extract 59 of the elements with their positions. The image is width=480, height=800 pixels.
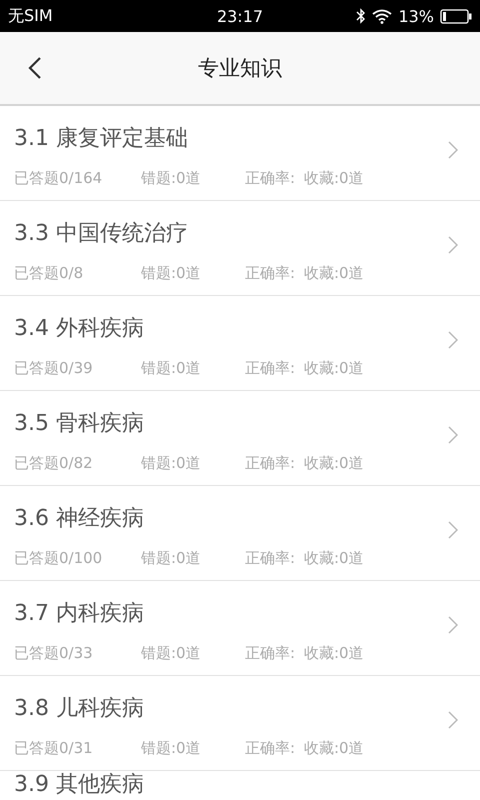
chevron-icon	[448, 521, 458, 539]
chapter-item[interactable]: 3.8 儿科疾病 已答题0/31 错题:0道 正确率: 收藏:0道	[0, 676, 480, 771]
answered-count: 已答题0/8	[14, 264, 84, 282]
accuracy-label: 正确率:	[245, 358, 296, 378]
chevron-icon	[448, 331, 458, 349]
answered-count: 已答题0/31	[14, 738, 94, 758]
answered-count: 已答题0/39	[14, 358, 94, 378]
chevron-icon	[448, 236, 458, 254]
accuracy-label: 正确率:	[245, 168, 296, 188]
bluetooth-icon	[356, 8, 366, 24]
accuracy-label: 正确率:	[245, 738, 296, 758]
chapter-item[interactable]: 3.9 其他疾病	[0, 771, 480, 798]
favorites-count: 收藏:0道	[304, 738, 364, 758]
clock-text: 23:17	[216, 6, 264, 26]
wrong-count: 错题:0道	[141, 358, 202, 378]
accuracy-label: 正确率:	[245, 644, 296, 662]
wrong-count: 错题:0道	[141, 264, 202, 282]
chapter-title: 3.4 外科疾病	[14, 314, 145, 342]
chapter-title: 3.8 儿科疾病	[14, 694, 145, 722]
carrier-text: 无SIM	[8, 6, 53, 26]
answered-count: 已答题0/164	[14, 168, 104, 188]
wrong-count: 错题:0道	[141, 548, 202, 568]
wrong-count: 错题:0道	[141, 644, 202, 662]
chevron-icon	[448, 711, 458, 729]
favorites-count: 收藏:0道	[304, 264, 364, 282]
chevron-icon	[448, 426, 458, 444]
battery-text: 13%	[398, 6, 434, 26]
chevron-icon	[448, 616, 458, 634]
chapter-item[interactable]: 3.3 中国传统治疗 已答题0/8 错题:0道 正确率: 收藏:0道	[0, 201, 480, 296]
chapter-title: 3.5 骨科疾病	[14, 410, 145, 438]
chapter-title: 3.3 中国传统治疗	[14, 220, 189, 248]
chapter-item[interactable]: 3.1 康复评定基础 已答题0/164 错题:0道 正确率: 收藏:0道	[0, 106, 480, 201]
chapter-title: 3.1 康复评定基础	[14, 124, 189, 152]
chapter-item[interactable]: 3.4 外科疾病 已答题0/39 错题:0道 正确率: 收藏:0道	[0, 296, 480, 391]
page-title: 专业知识	[198, 55, 282, 82]
favorites-count: 收藏:0道	[304, 644, 364, 662]
chapter-item[interactable]: 3.7 内科疾病 已答题0/33 错题:0道 正确率: 收藏:0道	[0, 581, 480, 676]
back-icon[interactable]	[28, 56, 42, 80]
accuracy-label: 正确率:	[245, 264, 296, 282]
favorites-count: 收藏:0道	[304, 358, 364, 378]
accuracy-label: 正确率:	[245, 454, 296, 472]
chapter-title: 3.9 其他疾病	[14, 772, 145, 798]
chevron-icon	[448, 141, 458, 159]
favorites-count: 收藏:0道	[304, 548, 364, 568]
favorites-count: 收藏:0道	[304, 168, 364, 188]
answered-count: 已答题0/82	[14, 454, 94, 472]
wrong-count: 错题:0道	[141, 738, 202, 758]
favorites-count: 收藏:0道	[304, 454, 364, 472]
chapter-title: 3.7 内科疾病	[14, 600, 145, 628]
wrong-count: 错题:0道	[141, 168, 202, 188]
chapter-title: 3.6 神经疾病	[14, 504, 145, 532]
answered-count: 已答题0/33	[14, 644, 94, 662]
battery-icon	[440, 8, 472, 24]
chapter-item[interactable]: 3.6 神经疾病 已答题0/100 错题:0道 正确率: 收藏:0道	[0, 486, 480, 581]
answered-count: 已答题0/100	[14, 548, 104, 568]
chapter-item[interactable]: 3.5 骨科疾病 已答题0/82 错题:0道 正确率: 收藏:0道	[0, 391, 480, 486]
wrong-count: 错题:0道	[141, 454, 202, 472]
wifi-icon	[372, 8, 392, 24]
accuracy-label: 正确率:	[245, 548, 296, 568]
